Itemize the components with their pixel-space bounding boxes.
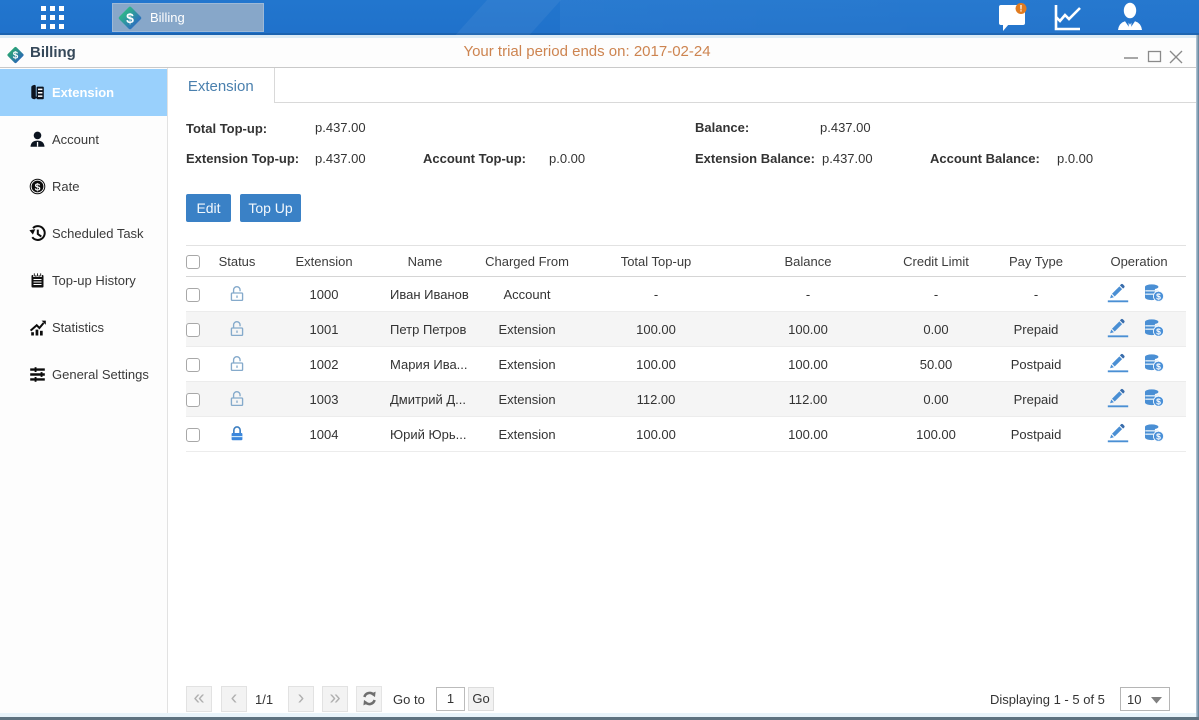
svg-text:$: $ [126, 10, 134, 26]
svg-text:$: $ [35, 181, 41, 193]
svg-text:!: ! [1020, 4, 1023, 14]
svg-text:$: $ [1156, 291, 1161, 301]
svg-text:$: $ [1156, 326, 1161, 336]
svg-text:$: $ [1156, 361, 1161, 371]
svg-text:$: $ [1156, 396, 1161, 406]
svg-text:$: $ [1156, 431, 1161, 441]
